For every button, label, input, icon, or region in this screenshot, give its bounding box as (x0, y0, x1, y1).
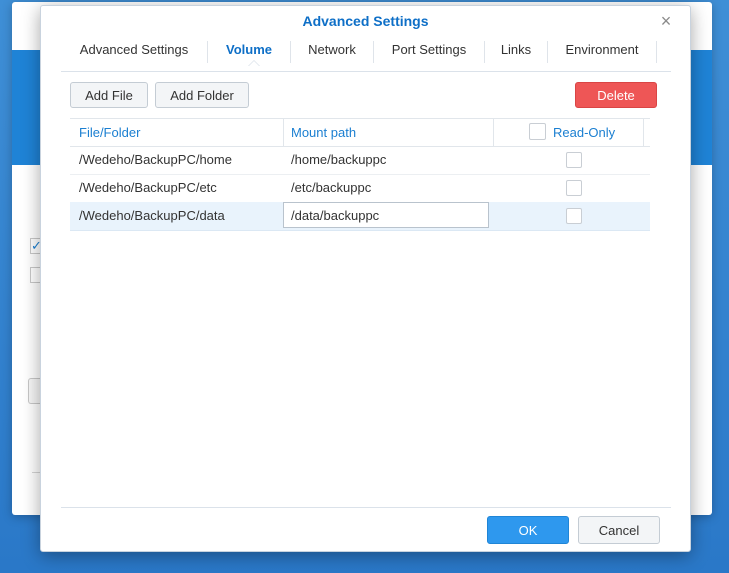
file-folder-cell: /Wedeho/BackupPC/data (79, 208, 225, 223)
table-row-selected[interactable]: /Wedeho/BackupPC/data (70, 202, 650, 231)
cancel-button[interactable]: Cancel (578, 516, 660, 544)
tab-bar: Advanced Settings Volume Network Port Se… (61, 34, 671, 72)
tab-separator (656, 41, 657, 63)
mount-path-input[interactable] (283, 202, 489, 228)
tab-network[interactable]: Network (291, 34, 373, 70)
tab-environment[interactable]: Environment (548, 34, 656, 70)
tab-advanced-settings[interactable]: Advanced Settings (61, 34, 207, 70)
close-icon[interactable]: × (658, 12, 674, 30)
table-header: File/Folder Mount path Read-Only (70, 118, 650, 147)
column-header-read-only[interactable]: Read-Only (553, 119, 615, 146)
mount-path-cell: /home/backuppc (291, 152, 387, 167)
mount-path-cell: /etc/backuppc (291, 180, 372, 195)
tab-links[interactable]: Links (485, 34, 547, 70)
ok-button[interactable]: OK (487, 516, 569, 544)
active-tab-indicator (248, 60, 260, 66)
footer-divider (61, 507, 671, 508)
file-folder-cell: /Wedeho/BackupPC/home (79, 152, 232, 167)
read-only-checkbox[interactable] (566, 208, 582, 224)
table-row[interactable]: /Wedeho/BackupPC/home /home/backuppc (70, 146, 650, 175)
column-header-mount-path[interactable]: Mount path (291, 119, 356, 146)
advanced-settings-dialog: Advanced Settings × Advanced Settings Vo… (40, 5, 691, 552)
dialog-title: Advanced Settings (302, 13, 429, 29)
volume-table: File/Folder Mount path Read-Only /Wedeho… (70, 118, 650, 231)
add-file-button[interactable]: Add File (70, 82, 148, 108)
column-separator (643, 119, 644, 146)
add-folder-button[interactable]: Add Folder (155, 82, 249, 108)
read-only-checkbox[interactable] (566, 180, 582, 196)
file-folder-cell: /Wedeho/BackupPC/etc (79, 180, 217, 195)
table-row[interactable]: /Wedeho/BackupPC/etc /etc/backuppc (70, 174, 650, 203)
column-separator (493, 119, 494, 146)
read-only-select-all-checkbox[interactable] (529, 123, 546, 140)
delete-button[interactable]: Delete (575, 82, 657, 108)
tab-port-settings[interactable]: Port Settings (374, 34, 484, 70)
column-header-file-folder[interactable]: File/Folder (79, 119, 140, 146)
read-only-checkbox[interactable] (566, 152, 582, 168)
column-separator (283, 119, 284, 146)
